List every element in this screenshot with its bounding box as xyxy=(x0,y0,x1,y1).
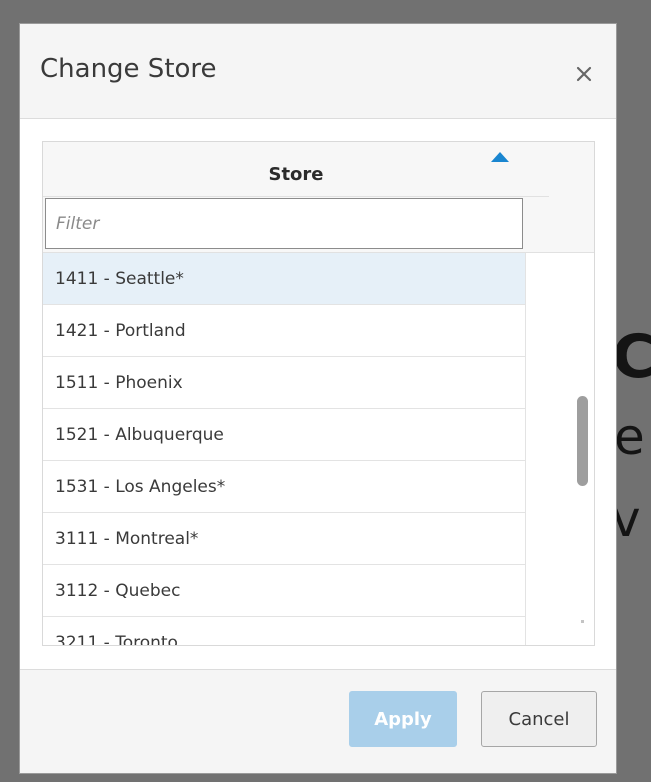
table-row[interactable]: 3211 - Toronto xyxy=(43,617,525,645)
filter-row xyxy=(43,197,549,253)
dialog-title: Change Store xyxy=(40,54,217,84)
header-gutter xyxy=(549,142,594,253)
table-row[interactable]: 1521 - Albuquerque xyxy=(43,409,525,461)
scrollbar-thumb[interactable] xyxy=(577,396,588,486)
sort-ascending-icon[interactable] xyxy=(490,151,510,163)
close-icon xyxy=(576,66,592,82)
apply-button[interactable]: Apply xyxy=(349,691,457,747)
column-header-label: Store xyxy=(268,164,324,185)
list-divider xyxy=(525,253,526,645)
table-row[interactable]: 1531 - Los Angeles* xyxy=(43,461,525,513)
background-text-fragment: C xyxy=(612,322,651,392)
column-header-store[interactable]: Store xyxy=(43,142,549,197)
dialog-header: Change Store xyxy=(20,24,616,119)
dialog-footer: Apply Cancel xyxy=(20,669,616,773)
table-row[interactable]: 1511 - Phoenix xyxy=(43,357,525,409)
change-store-dialog: Change Store Store 1411 - Seattle* 1421 … xyxy=(19,23,617,774)
table-row[interactable]: 3112 - Quebec xyxy=(43,565,525,617)
close-button[interactable] xyxy=(568,58,600,90)
cancel-button[interactable]: Cancel xyxy=(481,691,597,747)
table-row[interactable]: 1411 - Seattle* xyxy=(43,253,525,305)
filter-input[interactable] xyxy=(45,198,523,249)
background-text-fragment: e xyxy=(614,408,645,466)
store-list: 1411 - Seattle* 1421 - Portland 1511 - P… xyxy=(43,253,525,645)
scrollbar-track[interactable] xyxy=(569,253,594,645)
store-table: Store 1411 - Seattle* 1421 - Portland 15… xyxy=(42,141,595,646)
table-row[interactable]: 1421 - Portland xyxy=(43,305,525,357)
scrollbar-end-marker xyxy=(581,620,584,623)
table-row[interactable]: 3111 - Montreal* xyxy=(43,513,525,565)
